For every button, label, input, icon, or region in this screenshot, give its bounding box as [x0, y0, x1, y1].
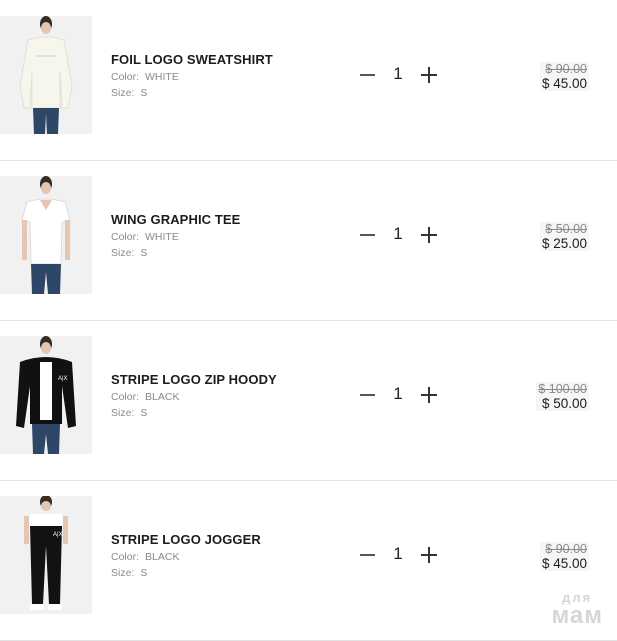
plus-icon[interactable] — [418, 62, 440, 88]
quantity-value: 1 — [393, 64, 403, 83]
size-label: Size: — [111, 87, 135, 99]
product-color: Color: WHITE — [111, 231, 179, 243]
minus-icon[interactable] — [357, 62, 379, 88]
product-color: Color: WHITE — [111, 71, 179, 83]
svg-text:A|X: A|X — [58, 376, 68, 382]
color-label: Color: — [111, 231, 140, 243]
product-image[interactable]: A|X — [0, 496, 92, 614]
quantity-value: 1 — [393, 224, 403, 243]
price: $ 90.00 $ 45.00 — [539, 62, 589, 91]
watermark-bottom: мам — [551, 602, 603, 629]
quantity-stepper: 1 — [357, 382, 443, 408]
quantity-stepper: 1 — [357, 222, 443, 248]
cart-item: A|X STRIPE LOGO JOGGER Color: BLACK Size:… — [0, 480, 617, 641]
cart-item: FOIL LOGO SWEATSHIRT Color: WHITE Size: S … — [0, 0, 617, 161]
size-value: S — [140, 247, 148, 259]
product-size: Size: S — [111, 407, 147, 419]
product-size: Size: S — [111, 87, 147, 99]
plus-icon[interactable] — [418, 222, 440, 248]
price: $ 100.00 $ 50.00 — [536, 382, 589, 411]
sale-price: $ 50.00 — [541, 396, 587, 411]
sale-price: $ 45.00 — [541, 556, 587, 571]
size-label: Size: — [111, 407, 135, 419]
sale-price: $ 25.00 — [541, 236, 587, 251]
minus-icon[interactable] — [357, 382, 379, 408]
color-label: Color: — [111, 551, 140, 563]
product-name[interactable]: FOIL LOGO SWEATSHIRT — [111, 52, 273, 67]
cart-item: A|X STRIPE LOGO ZIP HOODY Color: BLACK Si… — [0, 320, 617, 481]
size-value: S — [140, 567, 148, 579]
product-image[interactable] — [0, 16, 92, 134]
minus-icon[interactable] — [357, 222, 379, 248]
price: $ 50.00 $ 25.00 — [539, 222, 589, 251]
color-label: Color: — [111, 391, 140, 403]
price: $ 90.00 $ 45.00 — [539, 542, 589, 571]
original-price: $ 100.00 — [538, 382, 587, 396]
quantity-value: 1 — [393, 544, 403, 563]
quantity-value: 1 — [393, 384, 403, 403]
cart-item: WING GRAPHIC TEE Color: WHITE Size: S 1 $ … — [0, 160, 617, 321]
watermark: для мам — [551, 591, 603, 628]
product-image[interactable]: A|X — [0, 336, 92, 454]
product-size: Size: S — [111, 567, 147, 579]
product-color: Color: BLACK — [111, 551, 179, 563]
size-value: S — [140, 407, 148, 419]
size-value: S — [140, 87, 148, 99]
sale-price: $ 45.00 — [541, 76, 587, 91]
original-price: $ 90.00 — [545, 62, 587, 76]
minus-icon[interactable] — [357, 542, 379, 568]
color-value: WHITE — [145, 71, 179, 83]
plus-icon[interactable] — [418, 542, 440, 568]
size-label: Size: — [111, 247, 135, 259]
color-value: BLACK — [145, 391, 180, 403]
color-value: WHITE — [145, 231, 179, 243]
quantity-stepper: 1 — [357, 542, 443, 568]
product-name[interactable]: STRIPE LOGO ZIP HOODY — [111, 372, 277, 387]
product-size: Size: S — [111, 247, 147, 259]
size-label: Size: — [111, 567, 135, 579]
plus-icon[interactable] — [418, 382, 440, 408]
original-price: $ 50.00 — [545, 222, 587, 236]
color-value: BLACK — [145, 551, 180, 563]
svg-text:A|X: A|X — [53, 532, 63, 538]
product-color: Color: BLACK — [111, 391, 179, 403]
original-price: $ 90.00 — [545, 542, 587, 556]
product-name[interactable]: WING GRAPHIC TEE — [111, 212, 240, 227]
quantity-stepper: 1 — [357, 62, 443, 88]
product-name[interactable]: STRIPE LOGO JOGGER — [111, 532, 261, 547]
product-image[interactable] — [0, 176, 92, 294]
color-label: Color: — [111, 71, 140, 83]
